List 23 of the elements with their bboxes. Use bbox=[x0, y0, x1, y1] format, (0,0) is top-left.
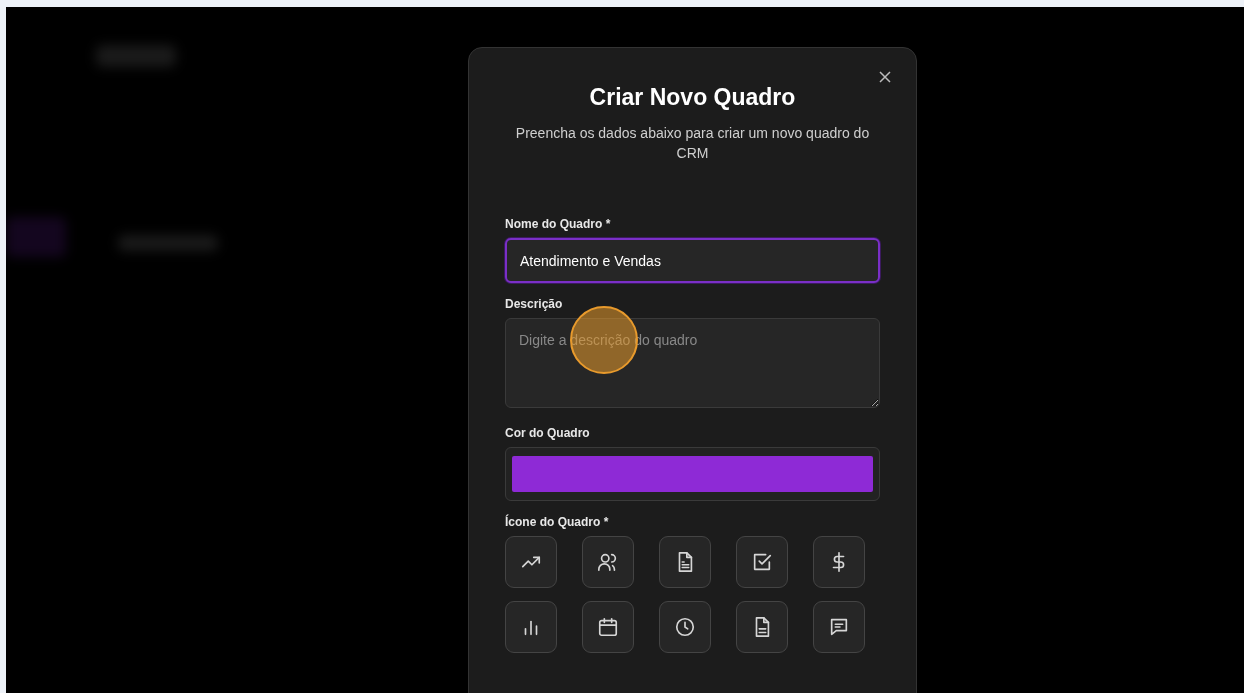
icon-option[interactable] bbox=[582, 601, 634, 653]
dialog-subtitle: Preencha os dados abaixo para criar um novo quadro do CRM bbox=[514, 124, 871, 163]
field-label: Nome do Quadro * bbox=[505, 217, 612, 231]
board-name-field[interactable]: Atendimento e Vendas bbox=[505, 238, 880, 283]
message-icon bbox=[828, 616, 850, 638]
users-icon bbox=[597, 551, 619, 573]
dialog-title: Criar Novo Quadro bbox=[588, 84, 797, 111]
icon-option[interactable] bbox=[582, 536, 634, 588]
blurred-shape bbox=[6, 217, 66, 257]
field-label: Cor do Quadro bbox=[505, 426, 591, 440]
calendar-icon bbox=[597, 616, 619, 638]
icon-option[interactable] bbox=[736, 536, 788, 588]
icon-option[interactable] bbox=[659, 601, 711, 653]
field-label: Ícone do Quadro * bbox=[505, 515, 610, 529]
clock-icon bbox=[674, 616, 696, 638]
icon-option[interactable] bbox=[813, 536, 865, 588]
icon-option[interactable] bbox=[813, 601, 865, 653]
icon-option[interactable] bbox=[736, 601, 788, 653]
field-label: Descrição bbox=[505, 297, 564, 311]
close-icon bbox=[878, 70, 892, 84]
color-picker[interactable] bbox=[505, 447, 880, 501]
checkbox-icon bbox=[751, 551, 773, 573]
icon-option[interactable] bbox=[659, 536, 711, 588]
